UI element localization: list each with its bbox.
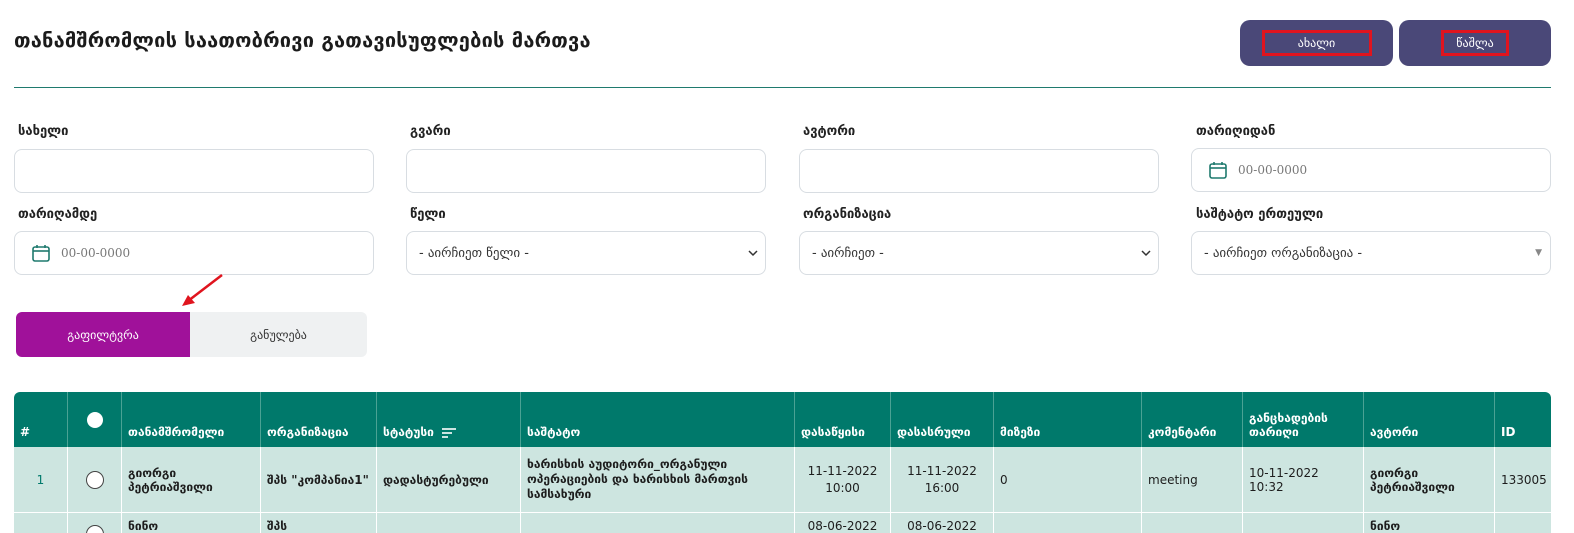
row-reason: 0: [994, 447, 1142, 512]
filter-button[interactable]: გაფილტვრა: [16, 312, 190, 357]
col-end[interactable]: დასასრული: [891, 392, 994, 447]
header-divider: [14, 87, 1551, 88]
new-button[interactable]: ახალი: [1240, 20, 1393, 66]
date-from-placeholder: 00-00-0000: [1238, 163, 1308, 177]
staff-unit-label: საშტატო ერთეული: [1196, 207, 1324, 222]
row-number: 1: [14, 447, 68, 512]
caret-down-icon: ▼: [1535, 248, 1542, 258]
annotation-arrow-icon: [182, 274, 223, 306]
date-to-input[interactable]: 00-00-0000: [14, 231, 374, 275]
col-start[interactable]: დასაწყისი: [795, 392, 891, 447]
col-author[interactable]: ავტორი: [1364, 392, 1495, 447]
col-number: #: [14, 392, 68, 447]
requests-table: # თანამშრომელი ორგანიზაცია სტატუსი საშტა…: [14, 392, 1551, 533]
row-employee: ნინო: [122, 513, 261, 533]
col-id[interactable]: ID: [1495, 392, 1551, 447]
row-organization: შპს: [261, 513, 377, 533]
row-statement-date: 10-11-2022 10:32: [1243, 447, 1364, 512]
row-start-date: 11-11-2022: [807, 463, 878, 478]
sort-icon[interactable]: [441, 427, 456, 439]
row-id: 133005: [1501, 472, 1547, 487]
select-all-cell[interactable]: [68, 392, 122, 447]
name-label: სახელი: [18, 124, 69, 139]
year-select[interactable]: - აირჩიეთ წელი -: [406, 231, 766, 275]
delete-button-label: წაშლა: [1441, 30, 1509, 56]
table-header: # თანამშრომელი ორგანიზაცია სტატუსი საშტა…: [14, 392, 1551, 447]
row-organization: შპს "კომპანია1": [261, 447, 377, 512]
col-position[interactable]: საშტატო: [521, 392, 795, 447]
row-select-cell[interactable]: [68, 447, 122, 512]
surname-input[interactable]: [406, 149, 766, 193]
row-select-radio[interactable]: [85, 525, 104, 533]
reset-button[interactable]: განულება: [190, 312, 367, 357]
row-comment: [1142, 513, 1243, 533]
calendar-icon: [1209, 162, 1227, 179]
chevron-down-icon: [1141, 250, 1151, 257]
year-selected: - აირჩიეთ წელი -: [419, 245, 529, 261]
organization-selected: - აირჩიეთ -: [812, 245, 884, 261]
row-end-date: 08-06-2022: [891, 513, 994, 533]
row-comment: meeting: [1142, 447, 1243, 512]
col-status-label: სტატუსი: [383, 425, 434, 439]
row-id: [1495, 513, 1551, 533]
row-statement-date: [1243, 513, 1364, 533]
row-status: დადასტურებული: [377, 447, 521, 512]
row-select-radio[interactable]: [85, 470, 104, 489]
table-row[interactable]: 1 გიორგი პეტრიაშვილი შპს "კომპანია1" დად…: [14, 447, 1551, 513]
date-to-placeholder: 00-00-0000: [61, 246, 131, 260]
organization-label: ორგანიზაცია: [803, 207, 892, 222]
select-all-radio[interactable]: [86, 411, 103, 428]
row-end-date: 11-11-2022: [907, 463, 977, 478]
new-button-label: ახალი: [1261, 30, 1372, 56]
date-from-input[interactable]: 00-00-0000: [1191, 148, 1551, 192]
chevron-down-icon: [748, 250, 758, 257]
row-end-time: 16:00: [924, 480, 960, 495]
col-employee[interactable]: თანამშრომელი: [122, 392, 261, 447]
row-end: 11-11-2022 16:00: [891, 447, 994, 512]
row-start-time: 10:00: [825, 480, 860, 495]
row-employee: გიორგი პეტრიაშვილი: [122, 447, 261, 512]
delete-button[interactable]: წაშლა: [1399, 20, 1551, 66]
col-comment[interactable]: კომენტარი: [1142, 392, 1243, 447]
row-start: 11-11-2022 10:00: [795, 447, 891, 512]
year-label: წელი: [410, 207, 446, 222]
staff-unit-select[interactable]: - აირჩიეთ ორგანიზაცია - ▼: [1191, 231, 1551, 275]
row-reason: [994, 513, 1142, 533]
col-organization[interactable]: ორგანიზაცია: [261, 392, 377, 447]
row-status: [377, 513, 521, 533]
row-start-date: 08-06-2022: [795, 513, 891, 533]
author-input[interactable]: [799, 149, 1159, 193]
col-reason[interactable]: მიზეზი: [994, 392, 1142, 447]
date-from-label: თარიღიდან: [1196, 124, 1276, 139]
row-number: [14, 513, 68, 533]
date-to-label: თარიღამდე: [18, 207, 98, 222]
row-author: გიორგი პეტრიაშვილი: [1364, 447, 1495, 512]
organization-select[interactable]: - აირჩიეთ -: [799, 231, 1159, 275]
col-statement-date[interactable]: განცხადების თარიღი: [1243, 392, 1364, 447]
table-row[interactable]: ნინო შპს 08-06-2022 08-06-2022 ნინო: [14, 513, 1551, 533]
row-position: [521, 513, 795, 533]
name-input[interactable]: [14, 149, 374, 193]
row-select-cell[interactable]: [68, 513, 122, 533]
author-label: ავტორი: [803, 124, 856, 139]
page-title: თანამშრომლის საათობრივი გათავისუფლების მ…: [14, 28, 591, 52]
row-author: ნინო: [1364, 513, 1495, 533]
calendar-icon: [32, 245, 50, 262]
row-position: ხარისხის აუდიტორი_ორგანული ოპერაციების დ…: [521, 447, 795, 512]
staff-unit-selected: - აირჩიეთ ორგანიზაცია -: [1204, 245, 1363, 261]
surname-label: გვარი: [410, 124, 451, 139]
col-status[interactable]: სტატუსი: [377, 392, 521, 447]
